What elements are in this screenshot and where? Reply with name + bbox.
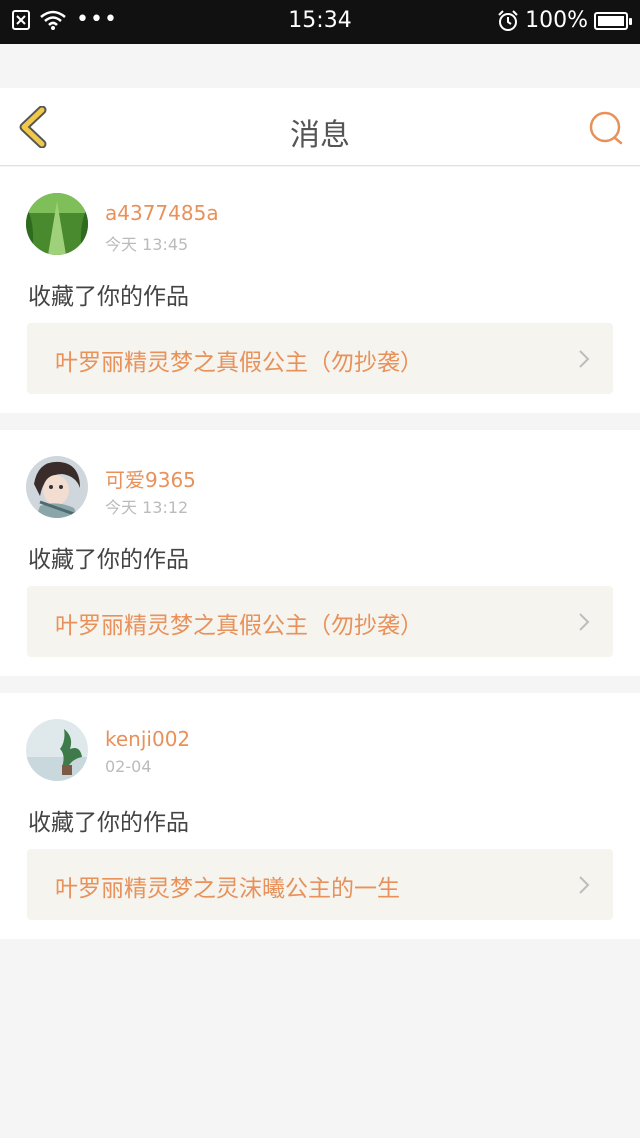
message-action: 收藏了你的作品 [28,547,189,573]
top-spacer [0,44,640,88]
avatar[interactable] [26,719,88,781]
message-card: kenji002 02-04 收藏了你的作品 叶罗丽精灵梦之灵沫曦公主的一生 [0,693,640,939]
battery-icon [594,11,632,30]
work-link[interactable]: 叶罗丽精灵梦之真假公主（勿抄袭） [27,323,613,394]
avatar[interactable] [26,456,88,518]
work-title: 叶罗丽精灵梦之真假公主（勿抄袭） [55,613,423,639]
work-title: 叶罗丽精灵梦之真假公主（勿抄袭） [55,350,423,376]
message-card: 可爱9365 今天 13:12 收藏了你的作品 叶罗丽精灵梦之真假公主（勿抄袭） [0,430,640,676]
message-time: 02-04 [105,757,152,776]
user-name[interactable]: kenji002 [105,727,190,751]
message-action: 收藏了你的作品 [28,810,189,836]
message-card: a4377485a 今天 13:45 收藏了你的作品 叶罗丽精灵梦之真假公主（勿… [0,167,640,413]
chevron-right-icon [579,876,590,894]
work-link[interactable]: 叶罗丽精灵梦之灵沫曦公主的一生 [27,849,613,920]
chevron-right-icon [579,350,590,368]
battery-percent: 100% [525,8,588,33]
header-bar: 消息 [0,88,640,166]
work-link[interactable]: 叶罗丽精灵梦之真假公主（勿抄袭） [27,586,613,657]
message-action: 收藏了你的作品 [28,284,189,310]
message-time: 今天 13:45 [105,235,189,254]
user-name[interactable]: 可爱9365 [105,464,196,493]
alarm-icon [498,9,518,31]
message-time: 今天 13:12 [105,498,189,517]
chevron-right-icon [579,613,590,631]
avatar[interactable] [26,193,88,255]
search-icon[interactable] [588,110,624,146]
status-right: 100% [497,8,632,33]
user-name[interactable]: a4377485a [105,201,219,225]
page-title: 消息 [290,118,350,153]
status-bar: ••• 15:34 100% [0,0,640,44]
work-title: 叶罗丽精灵梦之灵沫曦公主的一生 [55,876,400,902]
